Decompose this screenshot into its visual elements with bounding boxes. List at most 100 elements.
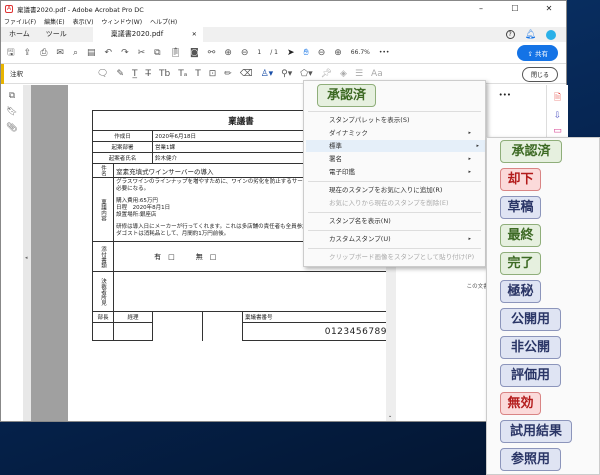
- stamp-rejected[interactable]: 却下: [500, 168, 541, 191]
- cut-icon[interactable]: ✂: [138, 48, 146, 58]
- dept-label: 起案部署: [92, 141, 153, 153]
- opinion-value: [113, 271, 390, 312]
- save-icon[interactable]: 🖫: [7, 45, 15, 61]
- bell-icon[interactable]: 🔔︎: [525, 30, 536, 40]
- print-icon[interactable]: ⎙: [40, 48, 47, 58]
- stamp-preliminary-results[interactable]: 試用結果: [500, 420, 572, 443]
- menu-item-show-stamp-name[interactable]: スタンプ名を表示(N): [329, 215, 477, 227]
- binoculars-icon[interactable]: ⚯: [208, 48, 216, 58]
- add-text-icon[interactable]: T: [195, 69, 201, 79]
- pin-icon[interactable]: 📌︎: [321, 69, 332, 79]
- blank-gap: [203, 312, 243, 341]
- export-pdf-icon[interactable]: ⇩: [547, 111, 568, 121]
- page-background: [31, 85, 68, 421]
- page-total: / 1: [270, 49, 278, 56]
- strikethrough-icon[interactable]: T̶: [145, 69, 151, 79]
- zoom-out-icon[interactable]: ⊖: [318, 48, 326, 58]
- scroll-down-icon[interactable]: ⌄: [388, 413, 392, 419]
- menu-item-signature[interactable]: 署名 ▸: [329, 153, 477, 165]
- undo-icon[interactable]: ↶: [105, 48, 113, 58]
- highlight-icon[interactable]: ✎: [116, 69, 124, 79]
- attachment-icon[interactable]: 📎︎: [1, 123, 23, 133]
- menu-edit[interactable]: 編集(E): [44, 17, 64, 26]
- separator: [308, 181, 481, 182]
- pencil-icon[interactable]: ✏: [224, 69, 232, 79]
- maximize-button[interactable]: ☐: [498, 4, 532, 13]
- stamp-final[interactable]: 最終: [500, 224, 541, 247]
- upload-icon[interactable]: ⇪: [24, 48, 32, 58]
- attach-no[interactable]: 無 □: [196, 253, 217, 261]
- pages-icon[interactable]: ⧉: [1, 91, 23, 101]
- stamp-for-public[interactable]: 公開用: [500, 308, 561, 331]
- fill-color-icon[interactable]: ◈: [340, 69, 347, 79]
- attach-yes[interactable]: 有 □: [154, 253, 175, 261]
- prev-page-icon[interactable]: ⊕: [224, 48, 232, 58]
- hand-tool-icon[interactable]: ✋︎: [304, 48, 309, 58]
- stamp-completed[interactable]: 完了: [500, 252, 541, 275]
- menu-item-digital-seal[interactable]: 電子印鑑 ▸: [329, 166, 477, 178]
- menu-help[interactable]: ヘルプ(H): [150, 17, 177, 26]
- tab-document[interactable]: 稟議書2020.pdf ✕: [92, 27, 203, 42]
- select-arrow-icon[interactable]: ➤: [287, 48, 295, 58]
- stamp-icon[interactable]: ♙▾: [261, 69, 274, 79]
- menu-item-standard[interactable]: 標準 ▸: [306, 140, 485, 152]
- zoom-in-icon[interactable]: ⊕: [334, 48, 342, 58]
- menu-item-dynamic[interactable]: ダイナミック ▸: [329, 127, 477, 139]
- edit-pdf-icon[interactable]: ▭: [547, 126, 568, 136]
- menu-item-label: スタンプパレットを表示(S): [329, 116, 410, 124]
- next-page-icon[interactable]: ⊖: [241, 48, 249, 58]
- stamp-void[interactable]: 無効: [500, 392, 541, 415]
- snapshot-icon[interactable]: ◙: [190, 48, 199, 58]
- line-weight-icon[interactable]: ☰: [355, 69, 363, 79]
- stamp-approved[interactable]: 承認済: [500, 140, 562, 163]
- collapse-arrow-icon[interactable]: ◂: [25, 255, 28, 261]
- panel-more-icon[interactable]: •••: [499, 91, 511, 99]
- help-icon[interactable]: ?: [505, 30, 515, 39]
- replace-text-icon[interactable]: Tb: [159, 69, 170, 79]
- tab-home[interactable]: ホーム: [1, 27, 38, 42]
- document-settings-icon[interactable]: ▤: [87, 48, 96, 58]
- content-label: 稟議内容: [91, 177, 115, 242]
- menu-view[interactable]: 表示(V): [73, 17, 94, 26]
- menu-item-label: クリップボード画像をスタンプとして貼り付け(P): [329, 253, 475, 261]
- share-button[interactable]: ⇪ 共有: [517, 44, 558, 61]
- menu-item-show-palette[interactable]: スタンプパレットを表示(S): [329, 114, 477, 126]
- more-tools-icon[interactable]: •••: [379, 49, 390, 56]
- clipboard-icon[interactable]: 📋︎: [170, 48, 181, 58]
- menu-item-add-favorite[interactable]: 現在のスタンプをお気に入りに追加(R): [329, 184, 477, 196]
- menu-file[interactable]: ファイル(F): [4, 17, 36, 26]
- bookmark-icon[interactable]: 🔖︎: [1, 107, 23, 117]
- menu-window[interactable]: ウィンドウ(W): [101, 17, 142, 26]
- copy-icon[interactable]: ⧉: [154, 48, 160, 58]
- stamp-confidential[interactable]: 極秘: [500, 280, 541, 303]
- close-comment-button[interactable]: 閉じる: [521, 67, 558, 82]
- attach-file-icon[interactable]: ⚲▾: [281, 69, 292, 79]
- current-stamp[interactable]: 承認済: [317, 84, 376, 107]
- stamp-not-public[interactable]: 非公開: [500, 336, 561, 359]
- page-number-input[interactable]: 1: [257, 49, 261, 56]
- email-icon[interactable]: ✉: [56, 48, 64, 58]
- close-tab-icon[interactable]: ✕: [192, 27, 197, 42]
- stamp-for-reference[interactable]: 参照用: [500, 448, 561, 471]
- menu-item-label: ダイナミック: [329, 129, 368, 137]
- eraser-icon[interactable]: ⌫: [240, 69, 253, 79]
- submenu-arrow-icon: ▸: [476, 143, 479, 149]
- create-pdf-icon[interactable]: 🗎: [547, 90, 568, 106]
- collapse-strip[interactable]: ◂: [23, 85, 31, 421]
- font-icon[interactable]: Aa: [371, 69, 383, 79]
- minimize-button[interactable]: –: [464, 4, 498, 13]
- stamp-draft[interactable]: 草稿: [500, 196, 541, 219]
- insert-text-icon[interactable]: Tₐ: [178, 69, 187, 79]
- avatar[interactable]: [546, 29, 556, 40]
- zoom-select[interactable]: 66.7%: [351, 49, 370, 56]
- shapes-icon[interactable]: ⬠▾: [300, 69, 312, 79]
- search-icon[interactable]: ⌕: [73, 48, 78, 58]
- stamp-for-evaluation[interactable]: 評価用: [500, 364, 561, 387]
- underline-icon[interactable]: T̲: [132, 69, 138, 79]
- close-window-button[interactable]: ✕: [532, 4, 566, 13]
- sticky-note-icon[interactable]: 🗨︎: [97, 69, 108, 79]
- redo-icon[interactable]: ↷: [121, 48, 129, 58]
- text-box-icon[interactable]: ⊡: [209, 69, 217, 79]
- menu-item-custom-stamp[interactable]: カスタムスタンプ(U) ▸: [329, 233, 477, 245]
- tab-tools[interactable]: ツール: [38, 27, 75, 42]
